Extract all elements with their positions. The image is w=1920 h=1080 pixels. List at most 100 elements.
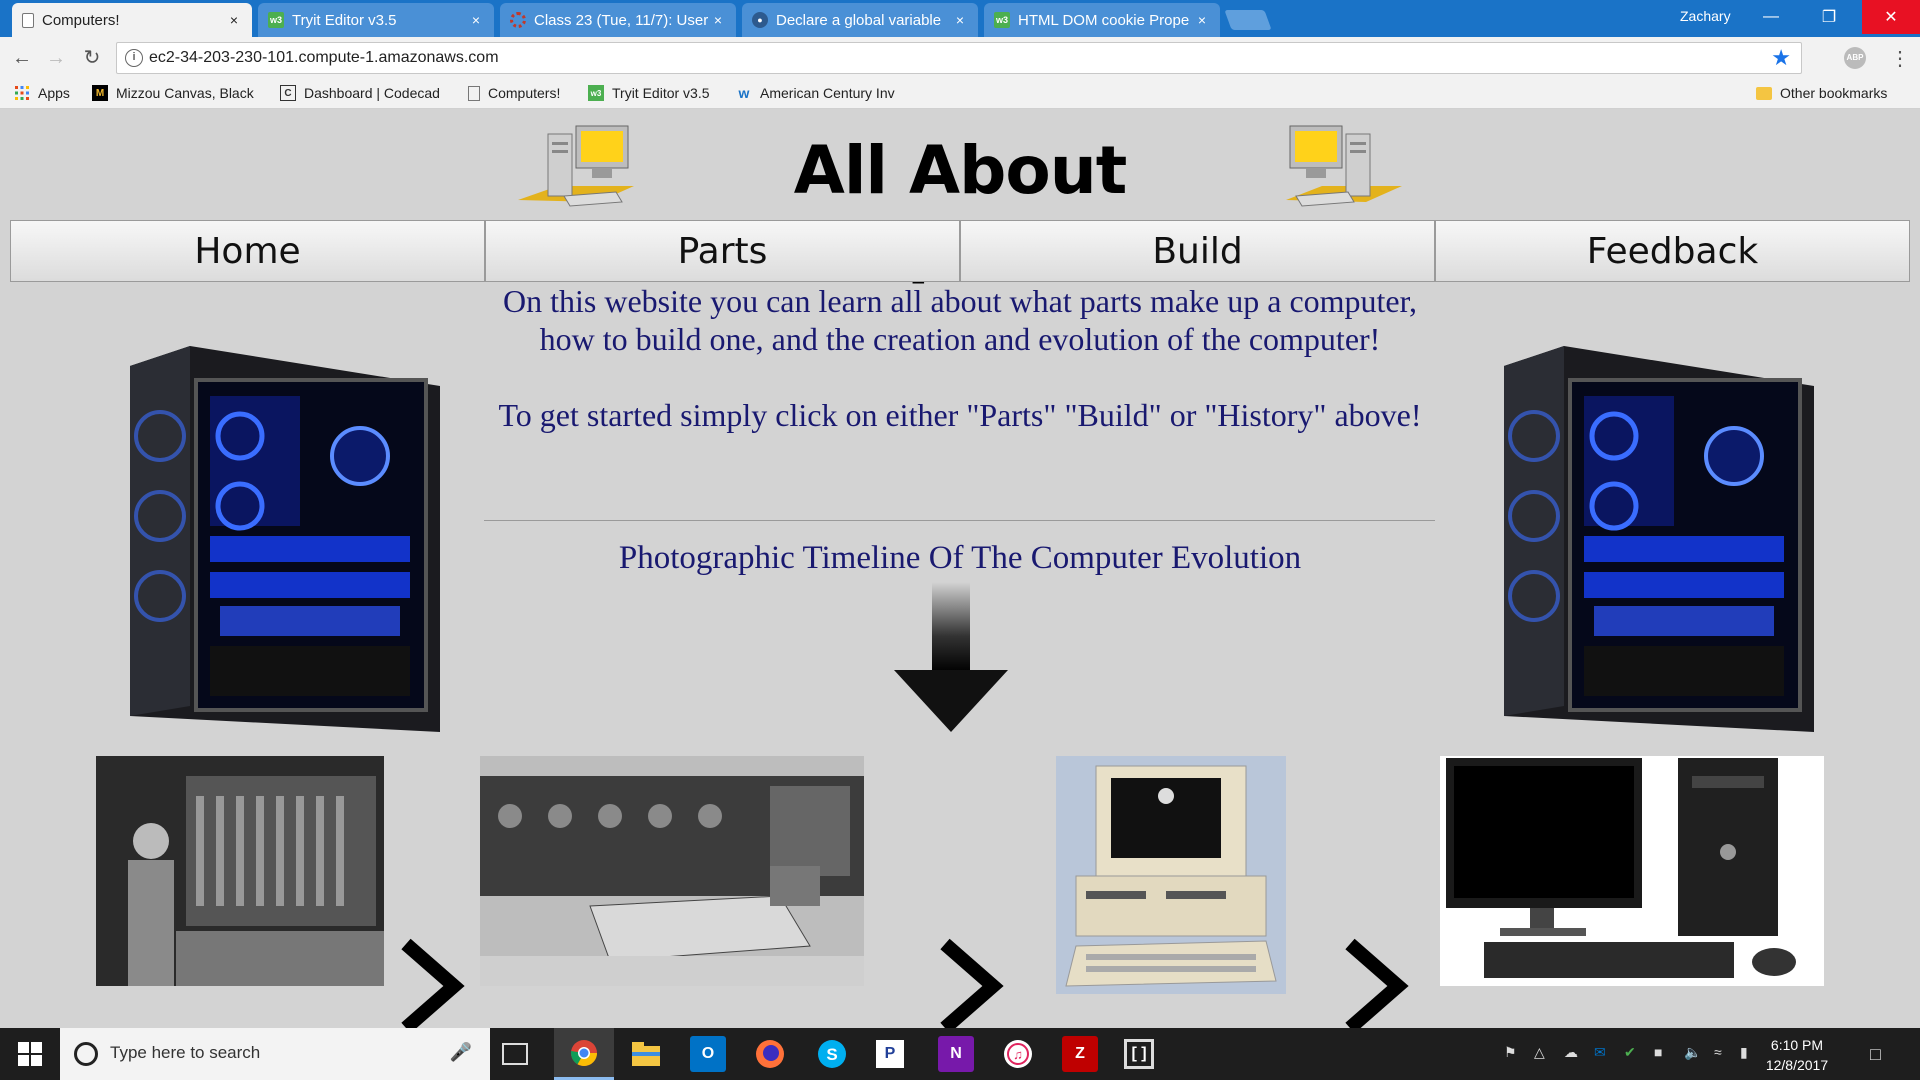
nav-parts[interactable]: Parts (485, 220, 960, 282)
bookmark-label: Tryit Editor v3.5 (612, 85, 710, 101)
chevron-right-icon (401, 938, 465, 1034)
mizzou-icon: M (92, 85, 108, 101)
bookmark-american-century[interactable]: w American Century Inv (736, 85, 908, 101)
microphone-icon[interactable]: 🎤 (450, 1042, 472, 1063)
tab-title: HTML DOM cookie Prope (1018, 11, 1190, 29)
close-icon[interactable]: × (1194, 12, 1210, 28)
folder-icon (1756, 86, 1772, 100)
tab-title: Declare a global variable (776, 11, 942, 29)
computer-logo-icon (518, 125, 634, 207)
browser-tab-strip: Computers! × w3 Tryit Editor v3.5 × Clas… (0, 0, 1920, 37)
nav-build[interactable]: Build (960, 220, 1435, 282)
clock-date: 12/8/2017 (1765, 1057, 1829, 1073)
w3schools-icon: w3 (994, 12, 1010, 28)
timeline-title: Photographic Timeline Of The Computer Ev… (618, 540, 1302, 576)
close-icon[interactable]: × (226, 12, 242, 28)
volume-icon[interactable]: 🔈 (1684, 1044, 1701, 1061)
american-century-icon: w (738, 85, 750, 101)
taskbar-search[interactable]: Type here to search 🎤 (60, 1028, 490, 1080)
close-icon[interactable]: × (710, 12, 726, 28)
w3schools-icon: w3 (588, 85, 604, 101)
pandora-icon[interactable]: P (876, 1040, 904, 1068)
url-text[interactable]: ec2-34-203-230-101.compute-1.amazonaws.c… (149, 49, 499, 67)
chevron-right-icon (940, 938, 1004, 1034)
search-placeholder[interactable]: Type here to search (110, 1043, 260, 1063)
tray-icon[interactable]: ☁ (1564, 1044, 1578, 1061)
gaming-pc-image (1504, 346, 1814, 732)
intro-text: On this website you can learn all about … (490, 282, 1430, 434)
svg-text:♫: ♫ (1013, 1047, 1023, 1062)
tab-html-dom-cookie[interactable]: w3 HTML DOM cookie Prope × (984, 3, 1220, 37)
outlook-icon[interactable]: O (690, 1036, 726, 1072)
minimize-icon[interactable]: — (1748, 0, 1794, 34)
bookmark-label: American Century Inv (760, 85, 895, 101)
computer-logo-icon (1286, 125, 1402, 207)
address-bar[interactable]: i ec2-34-203-230-101.compute-1.amazonaws… (116, 42, 1802, 74)
wifi-icon[interactable]: ≈ (1714, 1044, 1722, 1060)
bookmark-label: Computers! (488, 85, 561, 101)
bookmark-mizzou-canvas[interactable]: M Mizzou Canvas, Black (92, 85, 262, 101)
web-page: All About Computers! Home Parts Build Fe… (0, 110, 1920, 1034)
timeline-photo-modern-pc (1440, 756, 1824, 986)
chrome-menu-icon[interactable]: ⋮ (1890, 46, 1910, 71)
firefox-icon[interactable] (752, 1036, 788, 1072)
tab-title: Tryit Editor v3.5 (292, 11, 397, 29)
bookmark-apps[interactable]: Apps (14, 85, 70, 101)
onenote-icon[interactable]: N (938, 1036, 974, 1072)
bookmark-other[interactable]: Other bookmarks (1756, 85, 1887, 101)
tab-declare-global[interactable]: ● Declare a global variable × (742, 3, 978, 37)
close-icon[interactable]: × (468, 12, 484, 28)
windows-taskbar: Type here to search 🎤 O S P N ♫ Z [ ] ⚑ … (0, 1028, 1920, 1080)
brackets-icon[interactable]: [ ] (1124, 1039, 1154, 1069)
page-icon (468, 85, 480, 101)
gaming-pc-image (130, 346, 440, 732)
chevron-right-icon (1345, 938, 1409, 1034)
adblock-plus-icon[interactable]: ABP (1844, 47, 1866, 69)
close-icon[interactable]: × (952, 12, 968, 28)
tray-icon[interactable]: △ (1534, 1044, 1545, 1061)
back-icon[interactable]: ← (10, 46, 34, 70)
apps-icon (14, 85, 30, 101)
network-icon[interactable]: ■ (1654, 1044, 1662, 1060)
bookmark-codecademy[interactable]: C Dashboard | Codecad (280, 85, 450, 101)
filezilla-icon[interactable]: Z (1062, 1036, 1098, 1072)
class-icon (510, 12, 526, 28)
skype-icon[interactable]: S (814, 1036, 850, 1072)
svg-text:S: S (826, 1045, 837, 1064)
bookmark-label: Apps (38, 85, 70, 101)
profile-name[interactable]: Zachary (1680, 8, 1731, 24)
nav-feedback[interactable]: Feedback (1435, 220, 1910, 282)
bookmark-label: Mizzou Canvas, Black (116, 85, 254, 101)
forward-icon[interactable]: → (44, 46, 68, 70)
info-icon[interactable]: i (125, 49, 143, 67)
task-view-icon[interactable] (502, 1043, 528, 1065)
tab-tryit-editor[interactable]: w3 Tryit Editor v3.5 × (258, 3, 494, 37)
tab-class-23[interactable]: Class 23 (Tue, 11/7): User × (500, 3, 736, 37)
clock-time: 6:10 PM (1770, 1037, 1824, 1053)
outlook-tray-icon[interactable]: ✉ (1594, 1044, 1606, 1061)
reload-icon[interactable]: ↻ (80, 46, 104, 70)
site-nav: Home Parts Build Feedback (10, 220, 1910, 282)
start-button[interactable] (0, 1028, 60, 1080)
battery-icon[interactable]: ▮ (1740, 1044, 1748, 1061)
notifications-icon[interactable]: □ (1870, 1044, 1881, 1065)
tab-computers[interactable]: Computers! × (12, 3, 252, 37)
windows-icon (18, 1042, 42, 1066)
tray-icon[interactable]: ✔ (1624, 1044, 1636, 1061)
tray-icon[interactable]: ⚑ (1504, 1044, 1517, 1061)
intro-instructions: To get started simply click on either "P… (498, 397, 1422, 433)
file-explorer-icon[interactable] (628, 1036, 664, 1072)
tab-title: Class 23 (Tue, 11/7): User (534, 11, 709, 29)
bookmarks-bar: Apps M Mizzou Canvas, Black C Dashboard … (0, 79, 1920, 109)
nav-home[interactable]: Home (10, 220, 485, 282)
restore-icon[interactable]: ❐ (1806, 0, 1852, 34)
taskbar-clock[interactable]: 6:10 PM 12/8/2017 (1762, 1035, 1832, 1075)
itunes-icon[interactable]: ♫ (1000, 1036, 1036, 1072)
chrome-icon[interactable] (554, 1028, 614, 1080)
window-close-icon[interactable]: ✕ (1862, 0, 1920, 34)
bookmark-star-icon[interactable]: ★ (1771, 45, 1791, 71)
new-tab-button[interactable] (1224, 10, 1272, 30)
bookmark-tryit-editor[interactable]: w3 Tryit Editor v3.5 (588, 85, 710, 101)
bookmark-computers[interactable]: Computers! (468, 85, 560, 101)
cortana-icon (74, 1042, 98, 1066)
